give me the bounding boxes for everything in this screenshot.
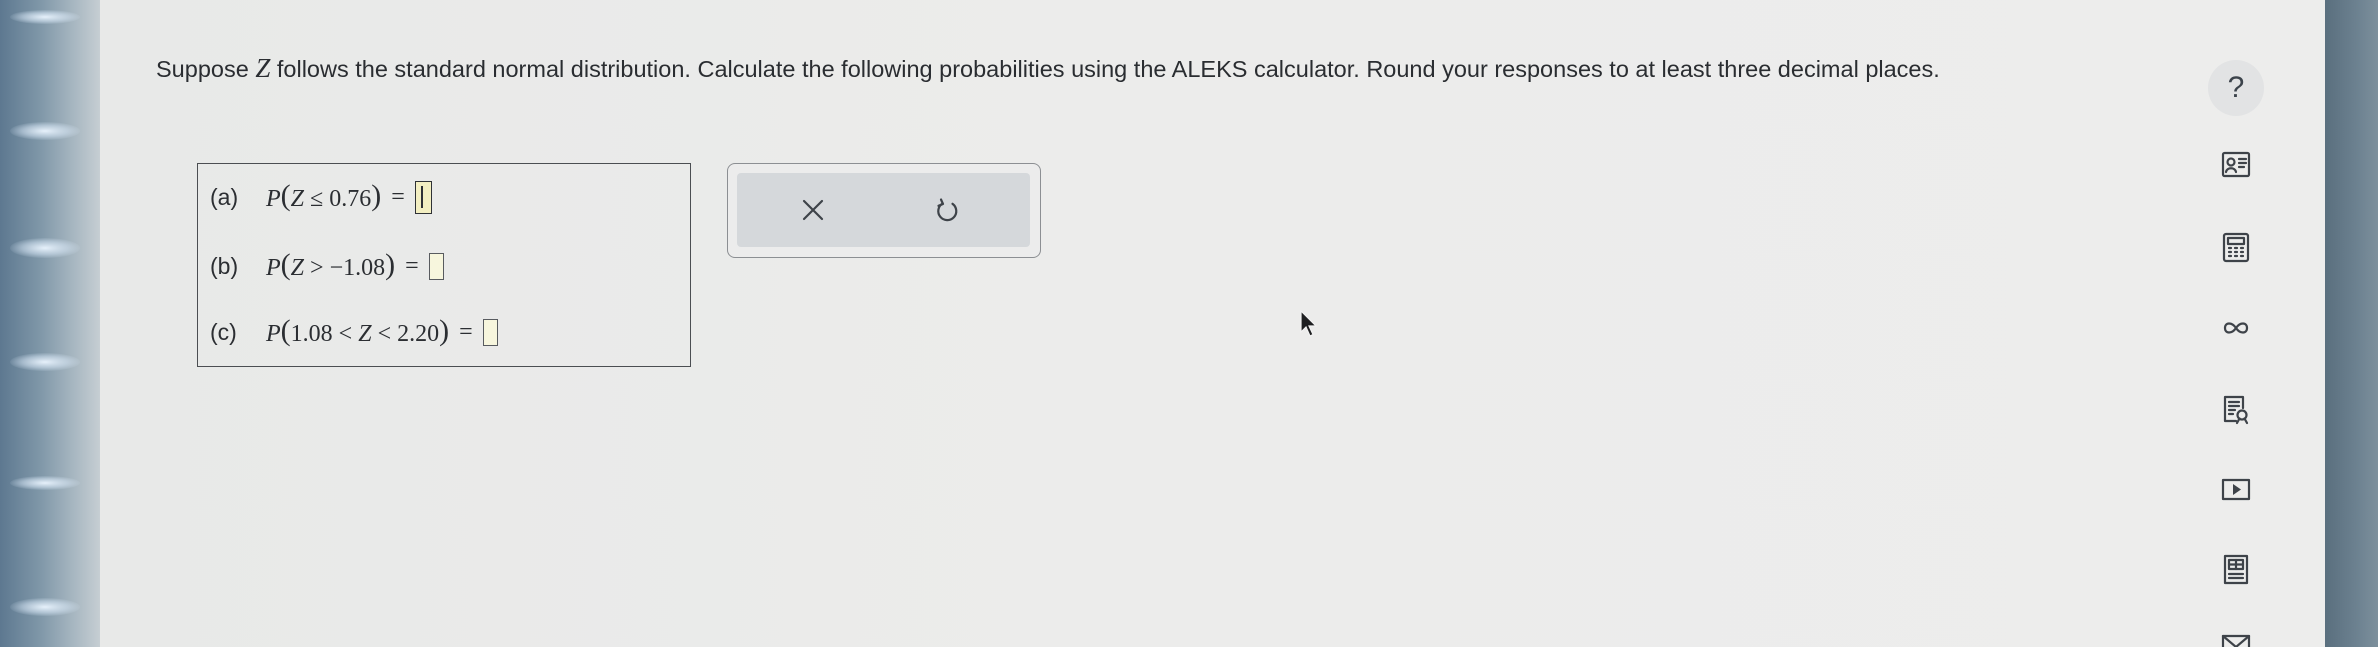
part-a-row: (a) P(Z ≤ 0.76) = (210, 177, 432, 217)
calculator-icon (2222, 232, 2250, 263)
mail-icon (2221, 634, 2251, 647)
part-c-answer-input[interactable] (482, 318, 498, 346)
right-screen-edge (2325, 0, 2378, 647)
variable-z: Z (255, 53, 271, 83)
left-screen-edge (0, 0, 100, 647)
help-button[interactable]: ? (2208, 60, 2264, 116)
part-a-label: (a) (210, 183, 239, 210)
screen: Suppose Z follows the standard normal di… (0, 0, 2378, 647)
answer-area: (a) P(Z ≤ 0.76) = (b) P(Z > −1.08) = (c)… (197, 163, 691, 367)
part-b-label: (b) (210, 252, 239, 279)
part-c-row: (c) P(1.08 < Z < 2.20) = (210, 312, 498, 352)
infinity-icon (2223, 322, 2249, 334)
part-b-row: (b) P(Z > −1.08) = (210, 246, 444, 286)
gradebook-button[interactable] (2208, 137, 2264, 193)
data-table-icon (2223, 554, 2249, 585)
infinity-button[interactable] (2208, 300, 2264, 356)
x-icon (802, 199, 824, 221)
part-c-expression: P(1.08 < Z < 2.20) (266, 313, 450, 347)
undo-icon (937, 198, 958, 222)
data-table-button[interactable] (2208, 541, 2264, 597)
video-icon (2221, 478, 2251, 501)
question-text: Suppose Z follows the standard normal di… (156, 53, 1940, 83)
undo-button[interactable] (922, 185, 972, 235)
mouse-cursor-icon (1300, 310, 1318, 337)
video-button[interactable] (2208, 461, 2264, 517)
part-a-expression: P(Z ≤ 0.76) (266, 178, 382, 212)
part-c-label: (c) (210, 318, 237, 345)
answer-action-panel (727, 163, 1041, 258)
part-a-answer-input[interactable] (414, 180, 432, 214)
part-b-expression: P(Z > −1.08) (266, 247, 396, 281)
clear-button[interactable] (788, 185, 838, 235)
gradebook-icon (2221, 151, 2251, 178)
calculator-button[interactable] (2208, 219, 2264, 275)
textbook-icon (2223, 395, 2249, 425)
textbook-button[interactable] (2208, 381, 2264, 437)
answer-action-bar (737, 173, 1030, 247)
part-b-answer-input[interactable] (428, 252, 444, 280)
help-icon: ? (2227, 71, 2245, 104)
